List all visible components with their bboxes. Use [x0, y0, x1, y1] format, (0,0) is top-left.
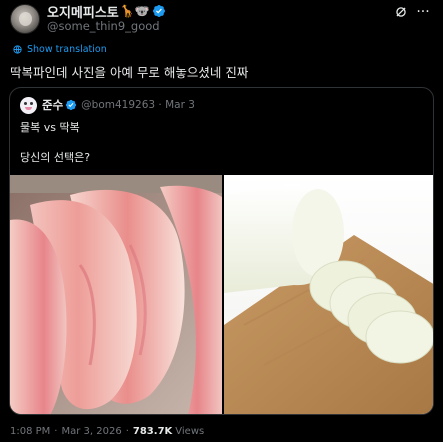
tweet-date[interactable]: Mar 3, 2026 — [61, 426, 121, 437]
quoted-tweet[interactable]: 준수 @bom419263 · Mar 3 물복 vs 딱복 당신의 선택은? — [9, 87, 434, 415]
quoted-date[interactable]: Mar 3 — [165, 99, 195, 111]
quoted-text-line1: 물복 vs 딱복 — [20, 121, 80, 134]
radish-photo[interactable] — [224, 175, 434, 415]
more-icon[interactable]: ··· — [415, 4, 431, 20]
meta-dot: · — [125, 426, 129, 437]
tweet-actions-top: ··· — [393, 4, 431, 20]
grok-icon[interactable] — [393, 4, 409, 20]
show-translation-label: Show translation — [27, 44, 107, 55]
verified-badge-icon — [152, 5, 165, 17]
author-name-row[interactable]: 오지메피스토 🦒🐨 — [47, 2, 166, 21]
quoted-text-line2: 당신의 선택은? — [20, 151, 91, 164]
quoted-tweet-header: 준수 @bom419263 · Mar 3 — [20, 96, 195, 114]
author-avatar[interactable] — [10, 4, 40, 34]
views-count[interactable]: 783.7K — [133, 426, 172, 437]
peach-photo[interactable] — [10, 175, 222, 415]
quoted-author-avatar[interactable] — [20, 96, 37, 114]
tweet-time[interactable]: 1:08 PM — [10, 426, 50, 437]
tweet-meta: 1:08 PM · Mar 3, 2026 · 783.7K Views — [10, 426, 204, 437]
quoted-author-name[interactable]: 준수 — [42, 97, 63, 113]
verified-badge-icon — [66, 99, 77, 111]
author-handle[interactable]: @some_thin9_good — [47, 19, 160, 33]
author-display-name[interactable]: 오지메피스토 — [47, 2, 119, 21]
quoted-author-handle: @bom419263 · Mar 3 — [81, 99, 195, 111]
meta-dot: · — [54, 426, 58, 437]
translate-icon — [13, 45, 22, 54]
views-label: Views — [175, 426, 205, 437]
tweet-text: 딱복파인데 사진을 아예 무로 해놓으셨네 진짜 — [10, 65, 249, 80]
show-translation-link[interactable]: Show translation — [12, 44, 107, 55]
author-name-emojis: 🦒🐨 — [119, 4, 150, 18]
quoted-dot: · — [158, 99, 162, 111]
quoted-handle-text: @bom419263 — [81, 99, 156, 111]
